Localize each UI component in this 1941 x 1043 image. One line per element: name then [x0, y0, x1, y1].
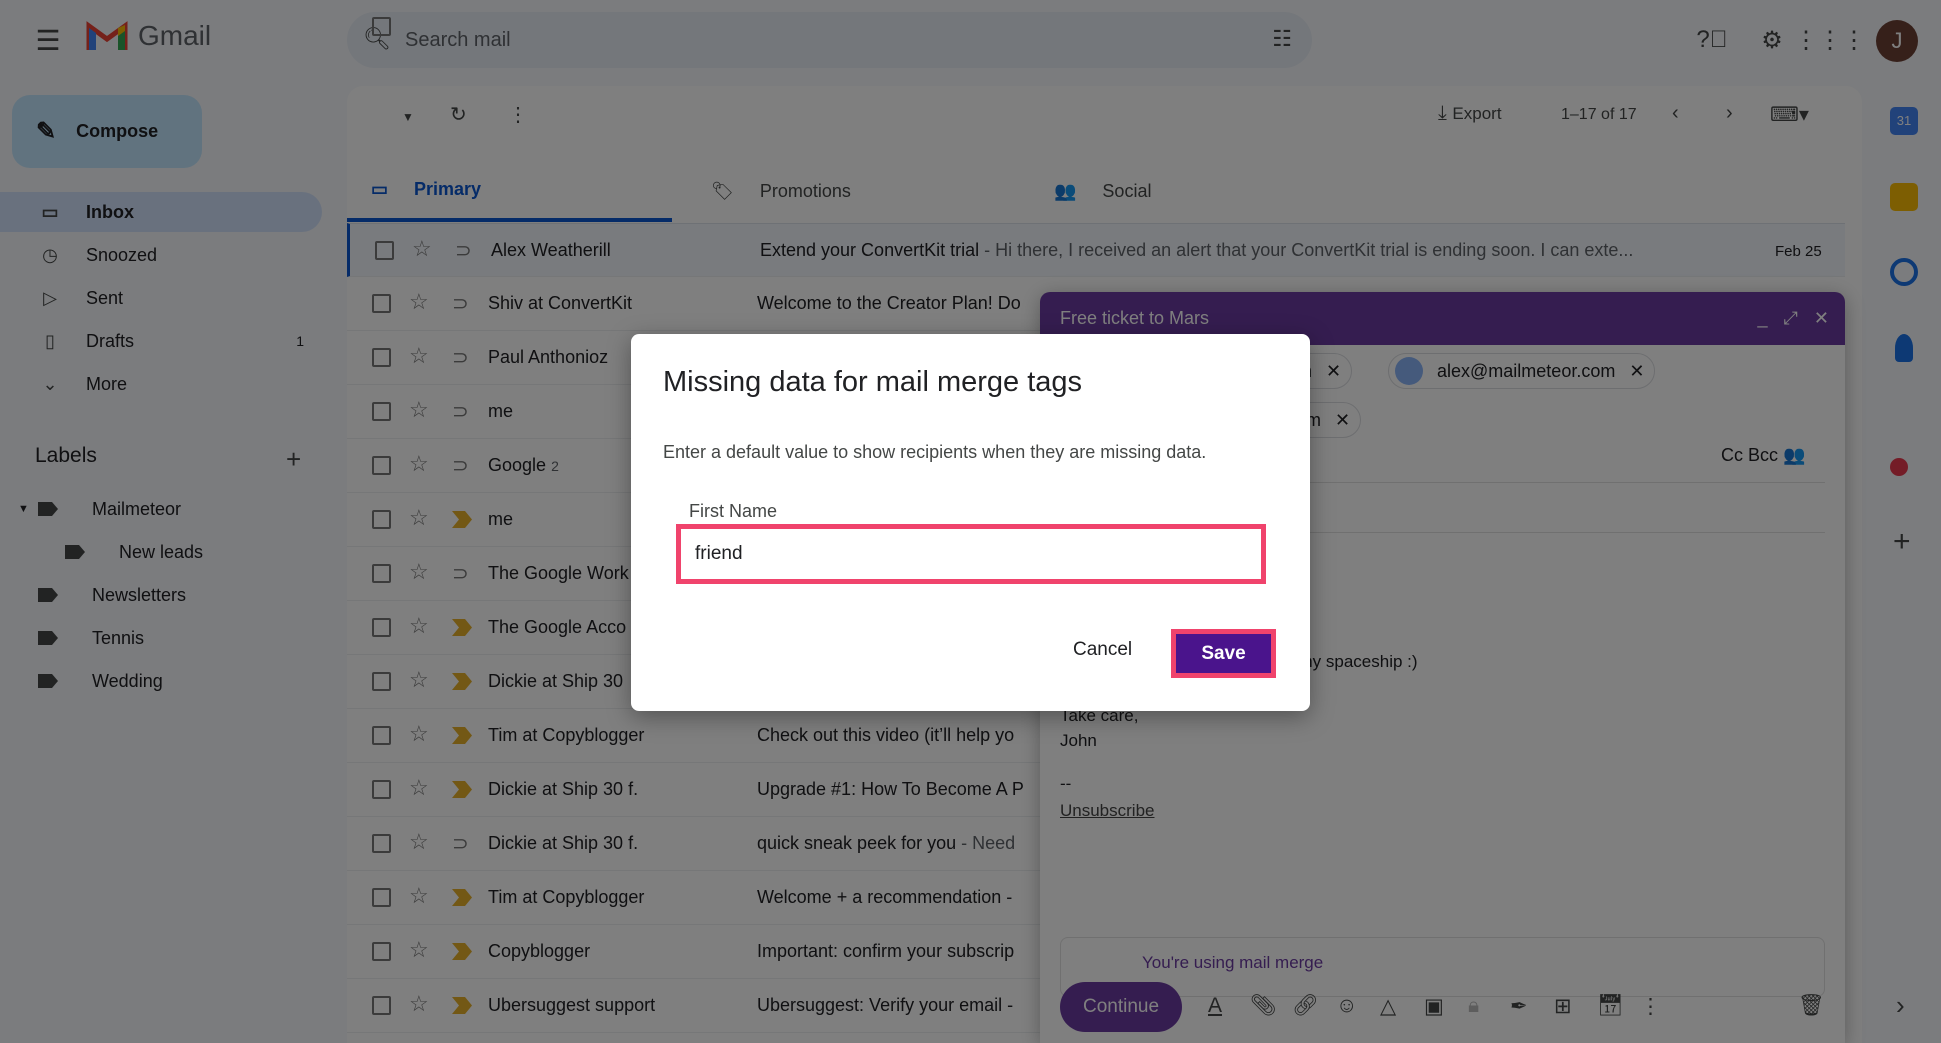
- cancel-button[interactable]: Cancel: [1073, 639, 1132, 661]
- first-name-label: First Name: [689, 501, 778, 521]
- dialog-title: Missing data for mail merge tags: [663, 366, 1083, 398]
- save-button[interactable]: Save: [1171, 629, 1276, 678]
- first-name-input[interactable]: [676, 524, 1266, 584]
- dialog-subtitle: Enter a default value to show recipients…: [663, 442, 1207, 462]
- missing-data-dialog: Missing data for mail merge tags Enter a…: [631, 334, 1310, 711]
